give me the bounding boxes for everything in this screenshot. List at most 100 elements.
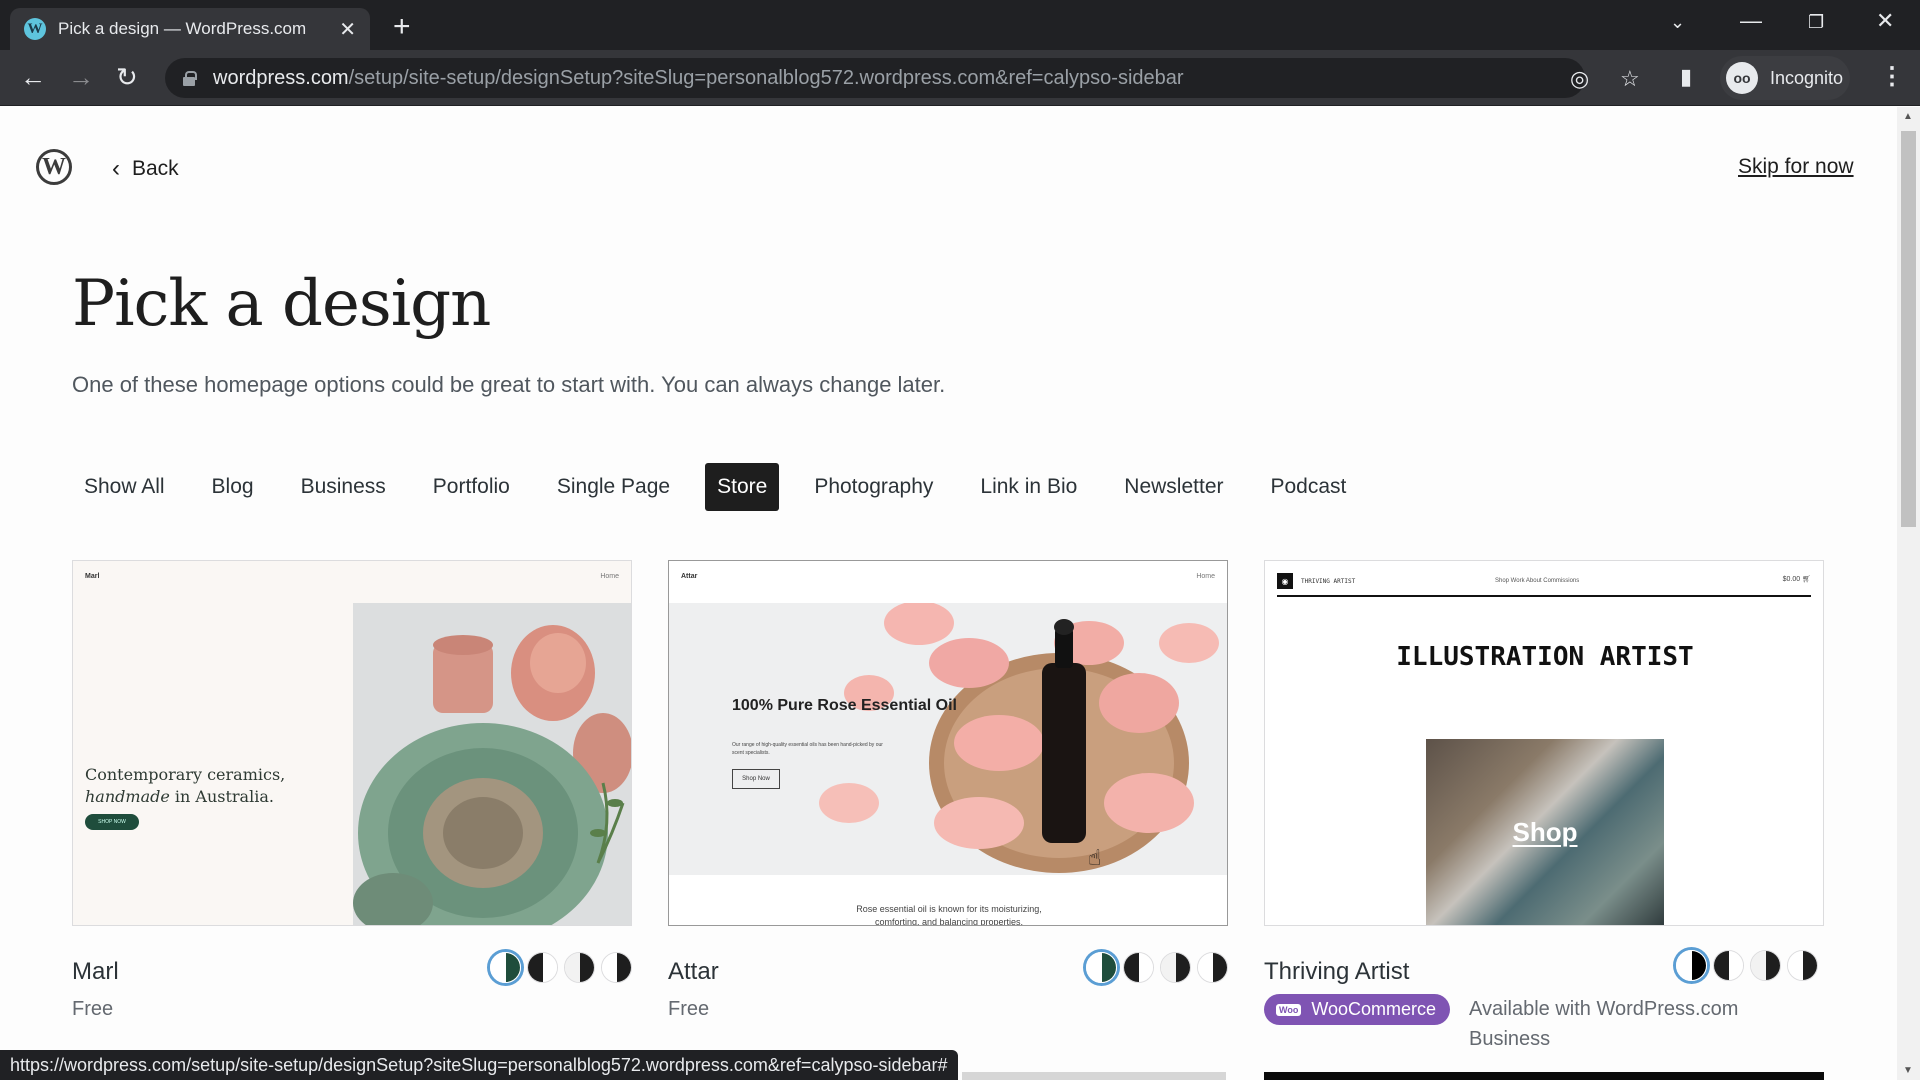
preview-nav: Shop Work About Commissions: [1495, 578, 1580, 584]
style-swatch[interactable]: [490, 952, 521, 983]
mouse-pointer-hand-icon: ☝︎: [1088, 845, 1102, 870]
filter-photography[interactable]: Photography: [802, 463, 945, 511]
wordpress-favicon-icon: W: [24, 18, 46, 40]
preview-headline-italic: handmade: [85, 787, 170, 806]
tab-search-chevron-icon[interactable]: ⌄: [1670, 12, 1685, 33]
url-path: /setup/site-setup/designSetup?siteSlug=p…: [348, 66, 1184, 89]
menu-kebab-icon[interactable]: ⋮: [1880, 62, 1904, 91]
scroll-down-icon[interactable]: ▼: [1903, 1065, 1913, 1076]
style-swatch[interactable]: [1086, 952, 1117, 983]
cart-icon: 🛒︎: [1802, 576, 1811, 583]
reload-icon[interactable]: ↻: [116, 62, 138, 93]
preview-footer-line-2: comforting, and balancing properties.: [874, 917, 1024, 926]
preview-headline: ILLUSTRATION ARTIST: [1396, 642, 1694, 672]
filter-newsletter[interactable]: Newsletter: [1112, 463, 1235, 511]
preview-brand: Marl: [85, 573, 100, 580]
design-name: Marl: [72, 958, 119, 985]
design-name: Attar: [668, 958, 719, 985]
close-tab-icon[interactable]: ✕: [339, 17, 356, 42]
preview-nav: Home: [600, 573, 619, 580]
incognito-profile[interactable]: oo Incognito: [1720, 56, 1850, 100]
preview-shop-link: Shop: [1512, 817, 1578, 847]
side-panel-icon[interactable]: ▮: [1680, 64, 1692, 90]
next-row-card-preview: [1264, 1072, 1824, 1080]
preview-cart: $0.00 🛒︎: [1783, 575, 1811, 583]
browser-toolbar: ← → ↻ wordpress.com/setup/site-setup/des…: [0, 50, 1920, 106]
design-preview-thriving-artist[interactable]: ◉ THRIVING ARTIST Shop Work About Commis…: [1264, 560, 1824, 926]
preview-description: Our range of high-quality essential oils…: [732, 742, 883, 756]
style-swatch[interactable]: [1787, 950, 1818, 981]
style-swatch[interactable]: [1123, 952, 1154, 983]
design-name: Thriving Artist: [1264, 958, 1410, 985]
filter-blog[interactable]: Blog: [200, 463, 266, 511]
preview-shop-button: Shop Now: [732, 769, 780, 789]
style-variation-swatches-thriving-artist: [1676, 950, 1920, 981]
style-variation-swatches: [1086, 952, 1228, 983]
design-preview-marl[interactable]: Marl Home Contemporary ceramics, handmad…: [72, 560, 632, 926]
back-arrow-icon[interactable]: ←: [20, 62, 46, 93]
design-preview-attar[interactable]: Attar Home 100% Pure Rose Essential Oil …: [668, 560, 1228, 926]
restore-icon[interactable]: ❐: [1808, 12, 1824, 33]
eye-off-icon[interactable]: ◎: [1570, 66, 1589, 92]
preview-cart-total: $0.00: [1782, 576, 1801, 583]
artist-painting-photo: Shop: [1426, 739, 1664, 925]
design-price: Free: [72, 998, 114, 1020]
woocommerce-label: WooCommerce: [1311, 999, 1437, 1019]
new-tab-icon[interactable]: +: [393, 10, 411, 44]
category-filters: Show All Blog Business Portfolio Single …: [72, 463, 1381, 511]
browser-titlebar: W Pick a design — WordPress.com ✕ + ⌄ — …: [0, 0, 1920, 50]
address-bar[interactable]: wordpress.com/setup/site-setup/designSet…: [165, 58, 1640, 98]
incognito-icon: oo: [1726, 62, 1758, 94]
incognito-label: Incognito: [1770, 67, 1844, 88]
chevron-left-icon: ‹: [112, 155, 120, 182]
style-variation-swatches: [490, 952, 632, 983]
filter-portfolio[interactable]: Portfolio: [421, 463, 522, 511]
preview-headline-rest: in Australia.: [169, 787, 274, 806]
style-swatch[interactable]: [1676, 950, 1707, 981]
preview-eye-logo-icon: ◉: [1277, 573, 1293, 589]
preview-footer-text: Rose essential oil is known for its mois…: [669, 903, 1227, 926]
woocommerce-icon: Woo: [1276, 1003, 1302, 1016]
woocommerce-badge: Woo WooCommerce: [1264, 994, 1451, 1025]
bookmark-star-icon[interactable]: ☆: [1620, 66, 1640, 92]
forward-arrow-icon[interactable]: →: [68, 62, 94, 93]
preview-brand: THRIVING ARTIST: [1301, 578, 1356, 585]
style-swatch[interactable]: [1197, 952, 1228, 983]
style-swatch[interactable]: [564, 952, 595, 983]
filter-single-page[interactable]: Single Page: [545, 463, 682, 511]
next-row-card-preview: [962, 1072, 1226, 1080]
page-scrollbar[interactable]: ▲ ▼: [1897, 107, 1920, 1080]
page: W ‹ Back Skip for now Pick a design One …: [0, 107, 1897, 1080]
filter-link-in-bio[interactable]: Link in Bio: [968, 463, 1089, 511]
filter-store[interactable]: Store: [705, 463, 780, 511]
link-status-bar: https://wordpress.com/setup/site-setup/d…: [0, 1050, 958, 1080]
browser-tab[interactable]: W Pick a design — WordPress.com ✕: [10, 8, 370, 50]
minimize-icon[interactable]: —: [1740, 8, 1762, 34]
design-card-attar: Attar Home 100% Pure Rose Essential Oil …: [668, 560, 1228, 1046]
preview-headline: Contemporary ceramics, handmade in Austr…: [85, 764, 285, 808]
close-window-icon[interactable]: ✕: [1876, 8, 1894, 34]
preview-headline-line-1: Contemporary ceramics,: [85, 765, 286, 784]
preview-header: ◉ THRIVING ARTIST Shop Work About Commis…: [1277, 569, 1811, 597]
scrollbar-thumb[interactable]: [1901, 131, 1916, 527]
wordpress-logo-icon[interactable]: W: [36, 149, 72, 185]
style-swatch[interactable]: [1160, 952, 1191, 983]
plan-availability: Available with WordPress.com Business: [1469, 998, 1739, 1050]
preview-nav: Home: [1196, 573, 1215, 580]
filter-business[interactable]: Business: [289, 463, 398, 511]
page-title: Pick a design: [72, 267, 491, 341]
ceramics-photo: [353, 603, 631, 925]
style-swatch[interactable]: [527, 952, 558, 983]
style-swatch[interactable]: [601, 952, 632, 983]
preview-brand: Attar: [681, 573, 698, 580]
back-button[interactable]: ‹ Back: [112, 155, 179, 183]
scroll-up-icon[interactable]: ▲: [1903, 111, 1913, 122]
preview-headline: 100% Pure Rose Essential Oil: [732, 697, 957, 714]
style-swatch[interactable]: [1713, 950, 1744, 981]
page-subtitle: One of these homepage options could be g…: [72, 372, 946, 397]
filter-show-all[interactable]: Show All: [72, 463, 177, 511]
filter-podcast[interactable]: Podcast: [1259, 463, 1359, 511]
skip-for-now-link[interactable]: Skip for now: [1738, 155, 1854, 179]
rose-oil-photo: [669, 603, 1227, 875]
style-swatch[interactable]: [1750, 950, 1781, 981]
